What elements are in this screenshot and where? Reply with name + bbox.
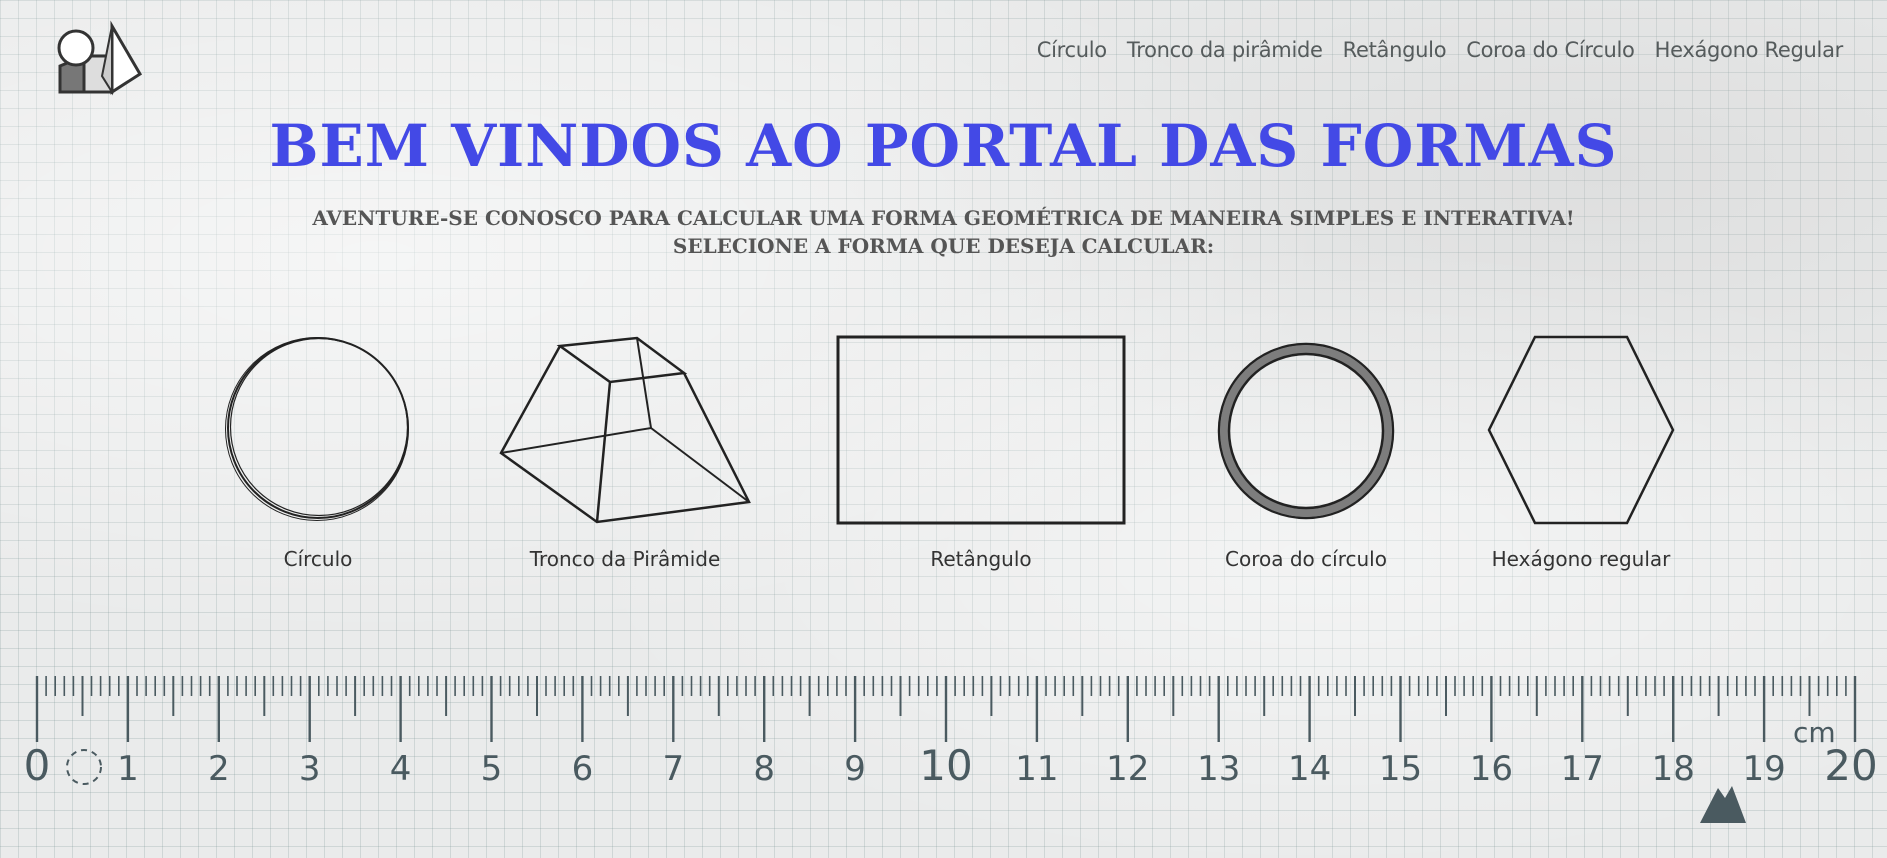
ruler-number: 11 [1015, 749, 1058, 789]
ruler-number: 18 [1652, 749, 1695, 789]
ruler-number: 6 [572, 749, 594, 789]
ruler-number: 2 [208, 749, 230, 789]
ruler-ticks [35, 676, 1857, 742]
mountain-icon [1700, 786, 1746, 823]
ruler-number: 7 [662, 749, 684, 789]
ruler: 0 1 2 3 4 5 6 7 8 9 10 11 12 13 14 15 16 17 18 19 20 cm [24, 676, 1878, 823]
rectangle-icon[interactable] [836, 335, 1126, 525]
shape-label-circulo[interactable]: Círculo [218, 547, 418, 571]
hexagon-icon[interactable] [1485, 334, 1677, 526]
ruler-number: 5 [481, 749, 503, 789]
shape-label-hexagono[interactable]: Hexágono regular [1481, 547, 1681, 571]
ruler-number: 8 [753, 749, 775, 789]
shape-label-retangulo[interactable]: Retângulo [881, 547, 1081, 571]
nav-link-retangulo[interactable]: Retângulo [1343, 38, 1447, 62]
ruler-number: 10 [919, 741, 972, 790]
ruler-number: 15 [1379, 749, 1422, 789]
nav-link-circulo[interactable]: Círculo [1037, 38, 1107, 62]
ruler-number: 13 [1197, 749, 1240, 789]
ruler-unit: cm [1793, 716, 1836, 749]
shape-label-coroa[interactable]: Coroa do círculo [1206, 547, 1406, 571]
ruler-number: 0 [24, 741, 51, 790]
nav-link-coroa-circulo[interactable]: Coroa do Círculo [1466, 38, 1635, 62]
nav-link-tronco-piramide[interactable]: Tronco da pirâmide [1127, 38, 1323, 62]
subtitle-line-1: Aventure-se conosco para calcular uma fo… [312, 206, 1575, 230]
ruler-number: 17 [1561, 749, 1604, 789]
ruler-number: 9 [844, 749, 866, 789]
circle-crown-icon[interactable] [1211, 336, 1401, 526]
ruler-number: 12 [1106, 749, 1149, 789]
shape-label-tronco[interactable]: Tronco da Pirâmide [500, 547, 750, 571]
pyramid-frustum-icon[interactable] [498, 332, 752, 528]
ruler-number: 4 [390, 749, 412, 789]
ruler-number: 14 [1288, 749, 1331, 789]
main-nav: Círculo Tronco da pirâmide Retângulo Cor… [1037, 38, 1844, 62]
page-subtitle: Aventure-se conosco para calcular uma fo… [0, 204, 1887, 260]
geometric-solids-logo-icon[interactable] [54, 16, 144, 96]
ruler-number: 16 [1470, 749, 1513, 789]
ruler-number: 1 [117, 749, 139, 789]
ruler-numbers: 0 1 2 3 4 5 6 7 8 9 10 11 12 13 14 15 16 17 18 19 20 [24, 741, 1878, 790]
ruler-number: 3 [299, 749, 321, 789]
ruler-number: 19 [1742, 749, 1785, 789]
subtitle-line-2: Selecione a forma que deseja calcular: [672, 234, 1215, 258]
nav-link-hexagono[interactable]: Hexágono Regular [1655, 38, 1844, 62]
ruler-dashed-circle-icon [66, 749, 102, 785]
page-title: BEM VINDOS AO PORTAL DAS FORMAS [269, 112, 1618, 180]
circle-icon[interactable] [222, 332, 414, 524]
